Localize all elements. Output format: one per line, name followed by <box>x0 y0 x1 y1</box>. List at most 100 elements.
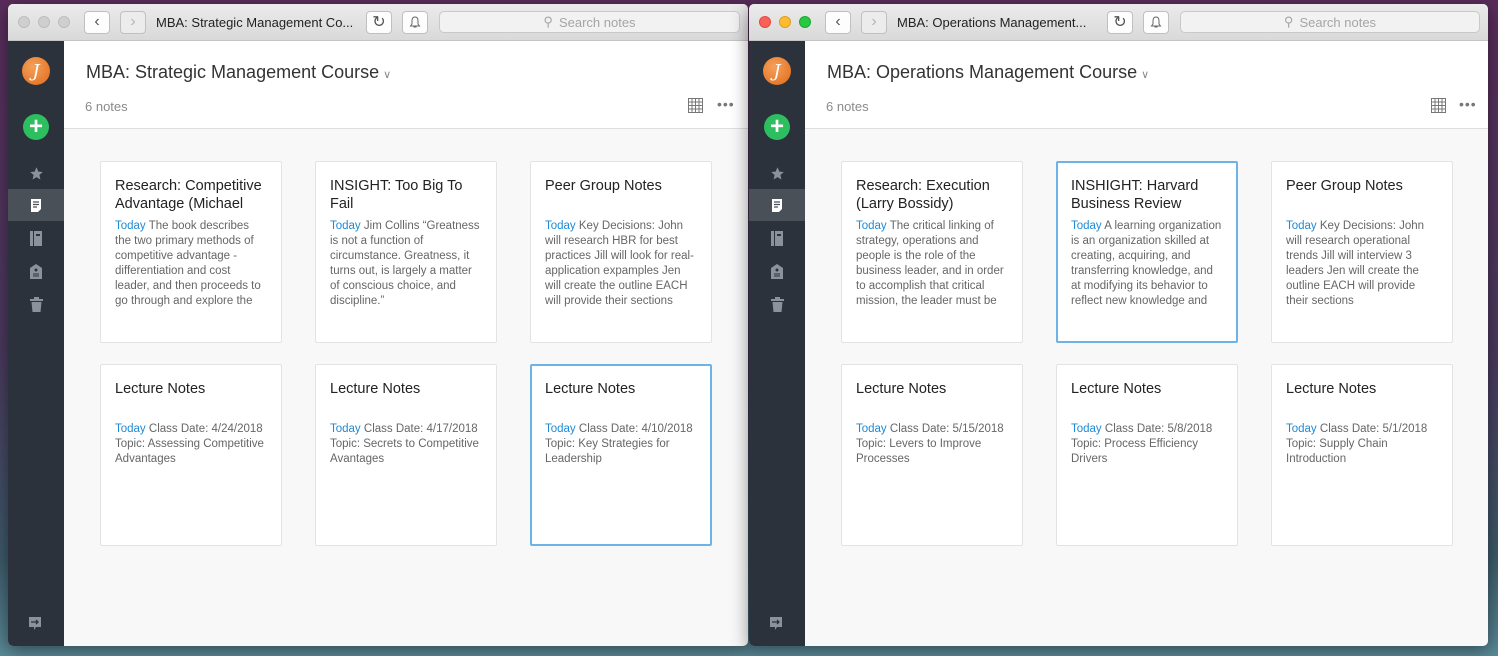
note-date: Today <box>856 220 887 232</box>
more-options-icon[interactable]: ••• <box>717 96 735 112</box>
chevron-left-icon: ‹ <box>94 13 100 30</box>
title-bar: ‹ › MBA: Strategic Management Co... ↻ ⚲ … <box>8 4 748 41</box>
star-icon <box>770 166 784 179</box>
note-card[interactable]: Lecture Notes Today Class Date: 4/24/2018… <box>100 364 282 546</box>
close-button[interactable] <box>18 16 30 28</box>
bell-icon <box>1150 15 1162 27</box>
note-date: Today <box>1071 220 1102 232</box>
grid-view-icon[interactable] <box>1431 98 1446 113</box>
chat-icon <box>29 617 41 630</box>
sidebar: J + <box>8 41 64 646</box>
note-card[interactable]: Lecture Notes Today Class Date: 4/10/2018… <box>530 364 712 546</box>
bell-icon <box>409 15 421 27</box>
note-title: Research: Execution (Larry Bossidy) <box>856 178 990 212</box>
notifications-button[interactable] <box>1143 10 1169 34</box>
trash-icon <box>770 296 784 312</box>
note-card[interactable]: INSIGHT: Too Big To Fail Today Jim Collin… <box>315 161 497 343</box>
note-card[interactable]: Lecture Notes Today Class Date: 4/17/2018… <box>315 364 497 546</box>
note-snippet-block: Today The critical linking of strategy, … <box>856 219 1008 309</box>
sidebar-notebooks[interactable] <box>8 222 64 254</box>
chat-icon <box>770 617 782 630</box>
notifications-button[interactable] <box>402 10 428 34</box>
minimize-button[interactable] <box>779 16 791 28</box>
notebook-icon <box>771 230 783 246</box>
close-button[interactable] <box>759 16 771 28</box>
note-date: Today <box>115 220 146 232</box>
note-card[interactable]: Peer Group Notes Today Key Decisions: Joh… <box>530 161 712 343</box>
more-options-icon[interactable]: ••• <box>1459 96 1477 112</box>
note-snippet-block: Today Key Decisions: John will research … <box>545 219 697 309</box>
sidebar-trash[interactable] <box>749 288 805 320</box>
tag-icon <box>30 263 42 279</box>
sidebar-notebooks[interactable] <box>749 222 805 254</box>
forward-button[interactable]: › <box>861 10 887 34</box>
sidebar-work-chat[interactable] <box>8 255 64 287</box>
avatar[interactable]: J <box>763 57 791 85</box>
sidebar-trash[interactable] <box>8 288 64 320</box>
note-list-pane: MBA: Operations Management Course ∨ 6 not… <box>805 41 1488 646</box>
sync-icon: ↻ <box>372 14 386 31</box>
note-title: INSIGHT: Too Big To Fail <box>330 178 463 212</box>
tag-icon <box>771 263 783 279</box>
avatar[interactable]: J <box>22 57 50 85</box>
note-title: Peer Group Notes <box>1286 178 1403 194</box>
sync-icon: ↻ <box>1113 14 1127 31</box>
new-note-button[interactable]: + <box>764 114 790 140</box>
notebook-title-dropdown[interactable]: MBA: Operations Management Course ∨ <box>827 62 1149 83</box>
note-card[interactable]: Lecture Notes Today Class Date: 5/1/2018 … <box>1271 364 1453 546</box>
search-input[interactable]: ⚲ Search notes <box>1180 11 1480 33</box>
search-icon: ⚲ <box>543 14 553 29</box>
back-button[interactable]: ‹ <box>84 10 110 34</box>
forward-button[interactable]: › <box>120 10 146 34</box>
note-card[interactable]: Research: Execution (Larry Bossidy) Today… <box>841 161 1023 343</box>
note-snippet-block: Today Class Date: 5/15/2018 Topic: Lever… <box>856 422 1008 512</box>
note-snippet-block: Today Class Date: 5/1/2018 Topic: Supply… <box>1286 422 1438 512</box>
sidebar-shortcuts[interactable] <box>8 157 64 189</box>
note-snippet-block: Today Class Date: 5/8/2018 Topic: Proces… <box>1071 422 1223 512</box>
trash-icon <box>29 296 43 312</box>
chevron-right-icon: › <box>130 13 136 30</box>
note-title: Lecture Notes <box>115 381 206 397</box>
notebook-icon <box>30 230 42 246</box>
note-title: Lecture Notes <box>856 381 947 397</box>
note-icon <box>772 198 782 212</box>
sidebar-notes[interactable] <box>8 189 64 221</box>
sidebar: J + <box>749 41 805 646</box>
sync-button[interactable]: ↻ <box>1107 10 1133 34</box>
note-date: Today <box>1286 423 1317 435</box>
zoom-button[interactable] <box>799 16 811 28</box>
sync-button[interactable]: ↻ <box>366 10 392 34</box>
search-placeholder: Search notes <box>1299 14 1377 30</box>
note-snippet-block: Today Class Date: 4/10/2018 Topic: Key S… <box>545 422 697 512</box>
sidebar-shortcuts[interactable] <box>749 157 805 189</box>
sidebar-chat-button[interactable] <box>28 616 42 636</box>
note-snippet: Key Decisions: John will research operat… <box>1286 220 1425 307</box>
chevron-left-icon: ‹ <box>835 13 841 30</box>
notebook-title: MBA: Operations Management Course <box>827 62 1138 82</box>
zoom-button[interactable] <box>58 16 70 28</box>
note-snippet: A learning organization is an organizati… <box>1071 220 1222 307</box>
minimize-button[interactable] <box>38 16 50 28</box>
note-snippet-block: Today Jim Collins “Greatness is not a fu… <box>330 219 482 309</box>
note-card[interactable]: Research: Competitive Advantage (Michael… <box>100 161 282 343</box>
note-snippet: Key Decisions: John will research HBR fo… <box>545 220 694 307</box>
search-input[interactable]: ⚲ Search notes <box>439 11 740 33</box>
sidebar-notes[interactable] <box>749 189 805 221</box>
sidebar-chat-button[interactable] <box>769 616 783 636</box>
sidebar-work-chat[interactable] <box>749 255 805 287</box>
notebook-title: MBA: Strategic Management Course <box>86 62 380 82</box>
back-button[interactable]: ‹ <box>825 10 851 34</box>
note-card[interactable]: INSHIGHT: Harvard Business Review Today A… <box>1056 161 1238 343</box>
notebook-title-dropdown[interactable]: MBA: Strategic Management Course ∨ <box>86 62 391 83</box>
note-card[interactable]: Lecture Notes Today Class Date: 5/8/2018 … <box>1056 364 1238 546</box>
note-card[interactable]: Lecture Notes Today Class Date: 5/15/2018… <box>841 364 1023 546</box>
window-strategic-management: ‹ › MBA: Strategic Management Co... ↻ ⚲ … <box>8 4 748 646</box>
note-title: Lecture Notes <box>545 381 636 397</box>
new-note-button[interactable]: + <box>23 114 49 140</box>
note-card[interactable]: Peer Group Notes Today Key Decisions: Joh… <box>1271 161 1453 343</box>
window-title: MBA: Strategic Management Co... <box>156 14 354 30</box>
note-title: Lecture Notes <box>1071 381 1162 397</box>
grid-view-icon[interactable] <box>688 98 703 113</box>
note-title: INSHIGHT: Harvard Business Review <box>1071 178 1199 212</box>
note-count: 6 notes <box>826 99 869 114</box>
